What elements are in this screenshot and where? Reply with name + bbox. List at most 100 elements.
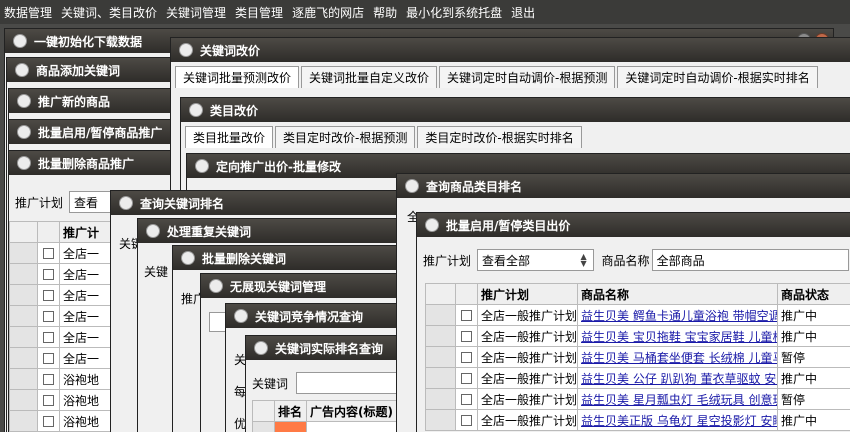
tab-category-batch[interactable]: 类目批量改价 [185,126,274,148]
row-checkbox-cell[interactable] [455,304,478,326]
tab-category-timed-rank[interactable]: 类目定时改价-根据实时排名 [417,126,582,148]
plan-select[interactable]: 查看全部 ▲ ▼ [477,249,594,271]
row-selector[interactable] [252,421,275,432]
window-icon [181,251,195,265]
checkbox[interactable] [43,248,54,259]
menu-minimize-tray[interactable]: 最小化到系统托盘 [406,4,502,21]
checkbox[interactable] [43,395,54,406]
tab-keyword-timed-rank[interactable]: 关键词定时自动调价-根据实时排名 [617,66,818,88]
status-cell: 暂停 [777,388,850,410]
row-checkbox-cell[interactable] [455,388,478,410]
row-selector[interactable] [9,347,38,369]
checkbox[interactable] [461,373,472,384]
window-icon [13,34,27,48]
row-selector[interactable] [9,389,38,411]
plan-cell: 全店一般推广计划 [477,304,578,326]
checkbox[interactable] [43,332,54,343]
row-checkbox-cell[interactable] [37,326,60,348]
checkbox[interactable] [43,374,54,385]
row-selector[interactable] [9,305,38,327]
product-link[interactable]: 益生贝美 星月瓢虫灯 毛绒玩具 创意玩 [581,393,777,407]
row-selector[interactable] [425,304,456,326]
window-query-keyword-rank-titlebar[interactable]: 查询关键词排名 [111,191,409,215]
row-selector[interactable] [425,325,456,347]
window-batch-delete-keyword-titlebar[interactable]: 批量删除关键词 [173,246,431,270]
status-cell: 推广中 [777,367,850,389]
window-icon [146,224,160,238]
window-category-rank-titlebar[interactable]: 查询商品类目排名 [397,174,850,198]
table-row[interactable]: 全店一般推广计划 益生贝美正版 乌龟灯 星空投影灯 安睡 推广中 [425,409,850,431]
row-checkbox-cell[interactable] [455,409,478,431]
menu-keyword-management[interactable]: 关键词管理 [166,4,226,21]
table-row[interactable]: 全店一般推广计划 益生贝美 鳄鱼卡通儿童浴袍 带帽空调 推广中 [425,304,850,326]
checkbox[interactable] [43,290,54,301]
menu-keyword-category-reprice[interactable]: 关键词、类目改价 [61,4,157,21]
row-selector[interactable] [425,409,456,431]
checkbox[interactable] [43,269,54,280]
menu-data-management[interactable]: 数据管理 [4,4,52,21]
table-row[interactable]: 全店一般推广计划 益生贝美 星月瓢虫灯 毛绒玩具 创意玩 暂停 [425,388,850,410]
row-selector[interactable] [9,326,38,348]
row-selector[interactable] [425,388,456,410]
column-header-product-name: 商品名称 [577,283,778,305]
row-selector[interactable] [9,284,38,306]
product-link[interactable]: 益生贝美正版 乌龟灯 星空投影灯 安睡 [581,414,777,428]
row-checkbox-cell[interactable] [37,263,60,285]
row-checkbox-cell[interactable] [37,347,60,369]
window-icon [119,196,133,210]
checkbox[interactable] [461,310,472,321]
product-link[interactable]: 益生贝美 宝贝拖鞋 宝宝家居鞋 儿童棉 [581,330,777,344]
checkbox[interactable] [461,394,472,405]
table-row[interactable]: 全店一般推广计划 益生贝美 公仔 趴趴狗 董衣草驱蚊 安睡 推广中 [425,367,850,389]
row-checkbox-cell[interactable] [455,346,478,368]
menu-help[interactable]: 帮助 [373,4,397,21]
row-selector[interactable] [9,242,38,264]
checkbox[interactable] [43,353,54,364]
window-batch-category-bid-titlebar[interactable]: 批量启用/暂停类目出价 [417,213,850,237]
table-row[interactable]: 全店一般推广计划 益生贝美 宝贝拖鞋 宝宝家居鞋 儿童棉 推广中 [425,325,850,347]
tab-keyword-batch-custom[interactable]: 关键词批量自定义改价 [301,66,438,88]
menu-category-management[interactable]: 类目管理 [235,4,283,21]
row-checkbox-cell[interactable] [37,368,60,390]
window-handle-duplicate-titlebar[interactable]: 处理重复关键词 [138,219,416,243]
product-name-cell: 益生贝美 鳄鱼卡通儿童浴袍 带帽空调 [577,304,778,326]
menu-exit[interactable]: 退出 [511,4,535,21]
plan-cell: 全店一般推广计划 [477,388,578,410]
table-row[interactable]: 全店一般推广计划 益生贝美 马桶套坐便套 长绒棉 儿童马 暂停 [425,346,850,368]
checkbox[interactable] [461,352,472,363]
row-checkbox-cell[interactable] [37,284,60,306]
product-link[interactable]: 益生贝美 鳄鱼卡通儿童浴袍 带帽空调 [581,309,777,323]
tab-category-timed-predict[interactable]: 类目定时改价-根据预测 [275,126,416,148]
tab-keyword-batch-predict[interactable]: 关键词批量预测改价 [175,66,300,88]
row-selector[interactable] [9,410,38,432]
row-selector[interactable] [9,263,38,285]
column-header-rank: 排名 [274,400,307,422]
row-checkbox-cell[interactable] [37,242,60,264]
row-selector[interactable] [9,368,38,390]
window-icon [17,156,31,170]
checkbox[interactable] [461,331,472,342]
row-checkbox-cell[interactable] [455,367,478,389]
row-selector[interactable] [425,346,456,368]
window-keyword-reprice-titlebar[interactable]: 关键词改价 [171,38,850,62]
window-title: 查询商品类目排名 [426,179,523,194]
product-link[interactable]: 益生贝美 马桶套坐便套 长绒棉 儿童马 [581,351,777,365]
product-link[interactable]: 益生贝美 公仔 趴趴狗 董衣草驱蚊 安睡 [581,372,777,386]
row-checkbox-cell[interactable] [455,325,478,347]
checkbox[interactable] [43,311,54,322]
row-checkbox-cell[interactable] [37,410,60,432]
window-category-reprice-titlebar[interactable]: 类目改价 [181,98,850,122]
window-icon [189,103,203,117]
checkbox[interactable] [461,415,472,426]
product-name-input[interactable]: 全部商品 [651,249,849,271]
row-selector[interactable] [425,367,456,389]
plan-select-value: 查看 [74,195,99,210]
row-checkbox-cell[interactable] [37,389,60,411]
menu-shop[interactable]: 逐鹿飞的网店 [292,4,364,21]
checkbox[interactable] [43,416,54,427]
window-title: 关键词改价 [200,43,261,58]
tab-keyword-timed-predict[interactable]: 关键词定时自动调价-根据预测 [439,66,616,88]
window-icon [17,94,31,108]
window-title: 关键词竞争情况查询 [255,309,364,324]
row-checkbox-cell[interactable] [37,305,60,327]
